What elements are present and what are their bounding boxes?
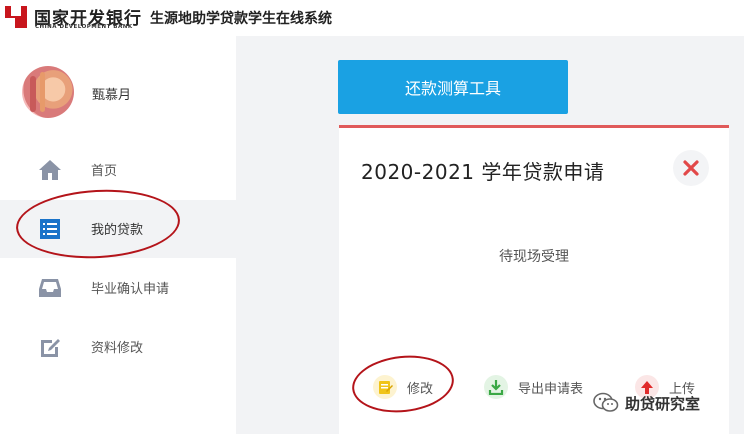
close-button[interactable] [673,150,709,186]
inbox-tray-icon [39,279,61,297]
download-icon [484,375,508,399]
sidebar-item-label: 资料修改 [91,341,144,356]
bank-name-en: CHINA DEVELOPMENT BANK [35,24,133,30]
application-status: 待现场受理 [499,249,569,265]
app-header: 国家开发银行 CHINA DEVELOPMENT BANK 生源地助学贷款学生在… [0,0,744,36]
sidebar-item-label: 我的贷款 [91,223,144,238]
sidebar: 甄慕月 首页 我的贷款 毕业确认申请 资料修改 [0,36,236,434]
export-label: 导出申请表 [518,381,584,397]
wechat-icon [593,392,619,412]
cdb-logo-icon [5,6,27,28]
sidebar-item-label: 毕业确认申请 [91,282,170,297]
avatar[interactable] [22,66,74,118]
system-title: 生源地助学贷款学生在线系统 [150,11,332,27]
edit-icon [41,339,60,357]
sidebar-item-label: 首页 [91,164,118,179]
loan-application-card: 2020-2021 学年贷款申请 待现场受理 修改 导出申请表 上传 [339,125,729,434]
sidebar-item-graduation-confirm[interactable]: 毕业确认申请 [0,259,236,317]
export-application-button[interactable]: 导出申请表 [484,372,583,402]
modify-label: 修改 [407,381,434,397]
close-icon [683,160,699,176]
list-document-icon [40,219,60,239]
sidebar-item-home[interactable]: 首页 [0,141,236,199]
modify-button[interactable]: 修改 [373,372,433,402]
card-title: 2020-2021 学年贷款申请 [361,160,605,184]
sidebar-item-edit-profile[interactable]: 资料修改 [0,318,236,376]
watermark: 助贷研究室 [593,392,700,414]
sidebar-item-my-loans[interactable]: 我的贷款 [0,200,236,258]
watermark-text: 助贷研究室 [625,394,701,413]
home-icon [39,160,61,180]
main-content: 还款测算工具 2020-2021 学年贷款申请 待现场受理 修改 导出申请表 上… [236,36,744,434]
edit-note-icon [373,375,397,399]
user-name: 甄慕月 [92,88,132,103]
repayment-calculator-button[interactable]: 还款测算工具 [338,60,568,114]
